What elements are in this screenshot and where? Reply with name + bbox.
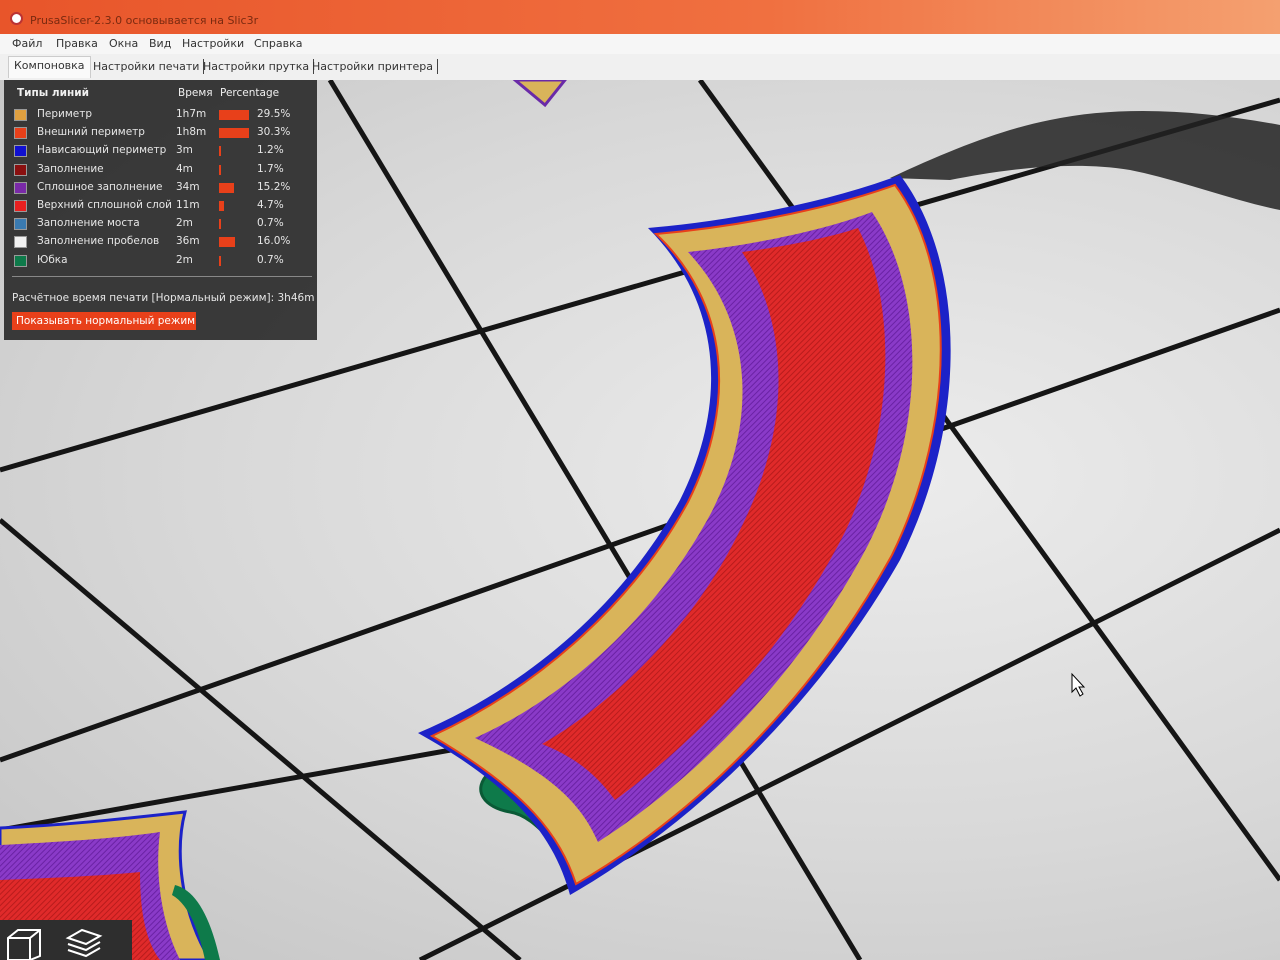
legend-row-percent: 29.5% bbox=[257, 108, 291, 120]
legend-color-swatch bbox=[14, 181, 27, 194]
legend-color-swatch bbox=[14, 163, 27, 176]
legend-row-time: 11m bbox=[176, 199, 200, 211]
show-normal-mode-button[interactable]: Показывать нормальный режим bbox=[12, 312, 196, 330]
legend-header-percentage: Percentage bbox=[220, 87, 280, 99]
legend-row-time: 36m bbox=[176, 235, 200, 248]
legend-row-percent: 16.0% bbox=[257, 235, 291, 248]
legend-row: Внешний периметр 1h8m 30.3% bbox=[4, 124, 317, 142]
legend-row: Периметр 1h7m 29.5% bbox=[4, 106, 317, 124]
legend-percentage-bar bbox=[219, 164, 221, 175]
legend-row-percent: 15.2% bbox=[257, 180, 291, 193]
tab-bar: Компоновка Настройки печати Настройки пр… bbox=[0, 54, 1280, 81]
legend-row-time: 2m bbox=[176, 253, 193, 266]
legend-color-swatch bbox=[14, 200, 27, 212]
title-bar: PrusaSlicer-2.3.0 основывается на Slic3r bbox=[0, 0, 1280, 34]
menu-help[interactable]: Справка bbox=[254, 37, 302, 50]
3d-view-icon[interactable] bbox=[4, 926, 44, 960]
legend-row-name: Периметр bbox=[37, 108, 93, 120]
legend-row-name: Юбка bbox=[37, 253, 68, 266]
legend-row-percent: 0.7% bbox=[257, 253, 284, 266]
legend-row: Заполнение пробелов 36m 16.0% bbox=[4, 233, 317, 251]
menu-bar: Файл Правка Окна Вид Настройки Справка bbox=[0, 34, 1280, 54]
menu-file[interactable]: Файл bbox=[12, 37, 42, 50]
legend-row-name: Заполнение bbox=[37, 162, 104, 175]
legend-percentage-bar bbox=[219, 110, 249, 120]
legend-row: Заполнение 4m 1.7% bbox=[4, 161, 317, 179]
legend-row-percent: 1.7% bbox=[257, 162, 284, 175]
legend-color-swatch bbox=[14, 109, 27, 121]
legend-row-name: Верхний сплошной слой bbox=[37, 199, 172, 211]
legend-percentage-bar bbox=[219, 128, 249, 139]
legend-header-type: Типы линий bbox=[17, 87, 89, 99]
menu-settings[interactable]: Настройки bbox=[182, 37, 244, 50]
tab-plater[interactable]: Компоновка bbox=[8, 56, 91, 78]
legend-percentage-bar bbox=[219, 219, 221, 230]
menu-view[interactable]: Вид bbox=[149, 37, 171, 50]
menu-edit[interactable]: Правка bbox=[56, 37, 98, 50]
view-mode-toolbar bbox=[0, 920, 132, 960]
legend-row-time: 34m bbox=[176, 180, 200, 193]
estimated-time-value: 3h46m bbox=[277, 292, 315, 304]
window-title: PrusaSlicer-2.3.0 основывается на Slic3r bbox=[30, 14, 259, 27]
legend-row-time: 3m bbox=[176, 144, 193, 157]
legend-row: Заполнение моста 2m 0.7% bbox=[4, 215, 317, 233]
legend-percentage-bar bbox=[219, 255, 221, 266]
legend-row-percent: 1.2% bbox=[257, 144, 284, 157]
legend-row: Нависающий периметр 3m 1.2% bbox=[4, 142, 317, 160]
part-top-fragment bbox=[512, 80, 567, 108]
legend-row-percent: 30.3% bbox=[257, 126, 291, 139]
legend-color-swatch bbox=[14, 218, 27, 231]
legend-row-time: 4m bbox=[176, 162, 193, 175]
menu-windows[interactable]: Окна bbox=[109, 37, 138, 50]
legend-color-swatch bbox=[14, 145, 27, 158]
legend-percentage-bar bbox=[219, 237, 235, 248]
legend-color-swatch bbox=[14, 254, 27, 267]
layers-view-icon[interactable] bbox=[64, 926, 104, 960]
legend-row-percent: 4.7% bbox=[257, 199, 284, 211]
legend-separator bbox=[12, 276, 312, 277]
legend-row-time: 1h8m bbox=[176, 126, 207, 139]
legend-row-name: Внешний периметр bbox=[37, 126, 145, 139]
legend-row-name: Нависающий периметр bbox=[37, 144, 167, 157]
estimated-time-text: Расчётное время печати [Нормальный режим… bbox=[12, 292, 275, 304]
legend-row: Верхний сплошной слой 11m 4.7% bbox=[4, 197, 317, 215]
tab-printer-settings[interactable]: Настройки принтера bbox=[308, 59, 439, 74]
legend-row-name: Заполнение моста bbox=[37, 217, 140, 230]
legend-percentage-bar bbox=[219, 201, 224, 211]
legend-percentage-bar bbox=[219, 146, 221, 157]
legend-color-swatch bbox=[14, 127, 27, 140]
legend-row-name: Сплошное заполнение bbox=[37, 180, 163, 193]
legend-percentage-bar bbox=[219, 182, 234, 193]
legend-panel: Типы линий Время Percentage Периметр 1h7m… bbox=[4, 80, 317, 340]
tab-print-settings[interactable]: Настройки печати bbox=[89, 59, 205, 74]
legend-row-time: 1h7m bbox=[176, 108, 207, 120]
legend-row: Сплошное заполнение 34m 15.2% bbox=[4, 179, 317, 197]
legend-row-time: 2m bbox=[176, 217, 193, 230]
estimated-time-label: Расчётное время печати [Нормальный режим… bbox=[12, 292, 314, 304]
legend-row-percent: 0.7% bbox=[257, 217, 284, 230]
legend-header-time: Время bbox=[178, 87, 213, 99]
tab-filament-settings[interactable]: Настройки прутка bbox=[199, 59, 315, 74]
prusaslicer-logo-icon bbox=[10, 12, 23, 25]
legend-row-name: Заполнение пробелов bbox=[37, 235, 160, 248]
legend-row: Юбка 2m 0.7% bbox=[4, 252, 317, 270]
legend-color-swatch bbox=[14, 236, 27, 249]
mouse-cursor-icon bbox=[1071, 672, 1086, 697]
